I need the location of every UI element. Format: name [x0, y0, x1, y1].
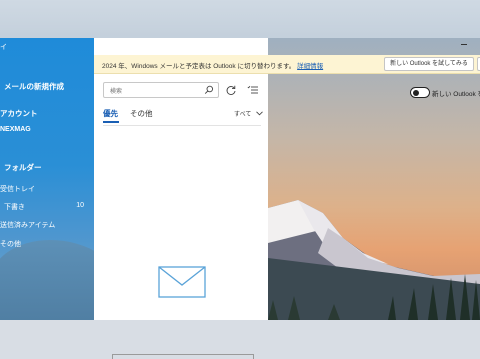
- filter-select-icon[interactable]: [247, 84, 259, 96]
- chevron-down-icon: [256, 111, 263, 116]
- filter-dropdown[interactable]: すべて: [234, 109, 263, 118]
- infobar-details-link[interactable]: 詳細情報: [297, 63, 323, 70]
- new-outlook-infobar: 2024 年、Windows メールと予定表は Outlook に切り替わります…: [94, 55, 480, 74]
- nav-title: イ: [0, 44, 7, 51]
- message-list-pane: 検索 優先 その他 すべて: [94, 38, 268, 359]
- toggle-label: 新しい Outlook を: [432, 91, 480, 98]
- empty-state-box: [112, 354, 254, 359]
- accounts-header[interactable]: アカウント: [0, 108, 38, 119]
- search-icon[interactable]: [204, 85, 214, 95]
- account-item[interactable]: NEXMAG: [0, 126, 31, 133]
- folder-label: 受信トレイ: [0, 186, 35, 193]
- folder-item-inbox[interactable]: 受信トレイ: [0, 184, 35, 194]
- toggle-knob: [413, 89, 419, 96]
- folder-item-drafts[interactable]: 下書き 10: [4, 202, 94, 212]
- nav-background-landscape: [0, 240, 94, 320]
- minimize-icon[interactable]: [461, 44, 467, 45]
- reading-pane: [268, 38, 480, 320]
- folder-item-other[interactable]: その他: [0, 239, 21, 249]
- folder-item-sent[interactable]: 送信済みアイテム: [0, 220, 55, 230]
- new-mail-button[interactable]: メールの新規作成: [4, 81, 64, 92]
- filter-label: すべて: [234, 112, 252, 118]
- sync-icon[interactable]: [225, 84, 237, 96]
- desktop-background: [0, 0, 480, 40]
- navigation-pane: イ メールの新規作成 アカウント NEXMAG フォルダー 受信トレイ 下書き …: [0, 38, 94, 320]
- infobar-message: 2024 年、Windows メールと予定表は Outlook に切り替わります…: [102, 63, 296, 70]
- tab-focused[interactable]: 優先: [103, 108, 118, 119]
- active-tab-indicator: [103, 121, 119, 123]
- try-new-outlook-button[interactable]: 新しい Outlook を試してみる: [384, 57, 474, 71]
- folder-count: 10: [76, 202, 84, 209]
- folder-label: 送信済みアイテム: [0, 222, 56, 229]
- search-placeholder: 検索: [110, 89, 123, 95]
- new-outlook-toggle[interactable]: [410, 87, 430, 98]
- tab-other[interactable]: その他: [130, 108, 153, 119]
- folders-header[interactable]: フォルダー: [4, 162, 42, 173]
- empty-mail-envelope-icon: [158, 266, 206, 298]
- folder-label: 下書き: [4, 204, 25, 211]
- mountain-wallpaper: [268, 200, 480, 320]
- search-input[interactable]: 検索: [103, 82, 219, 98]
- folder-label: その他: [0, 241, 21, 248]
- divider: [103, 125, 261, 126]
